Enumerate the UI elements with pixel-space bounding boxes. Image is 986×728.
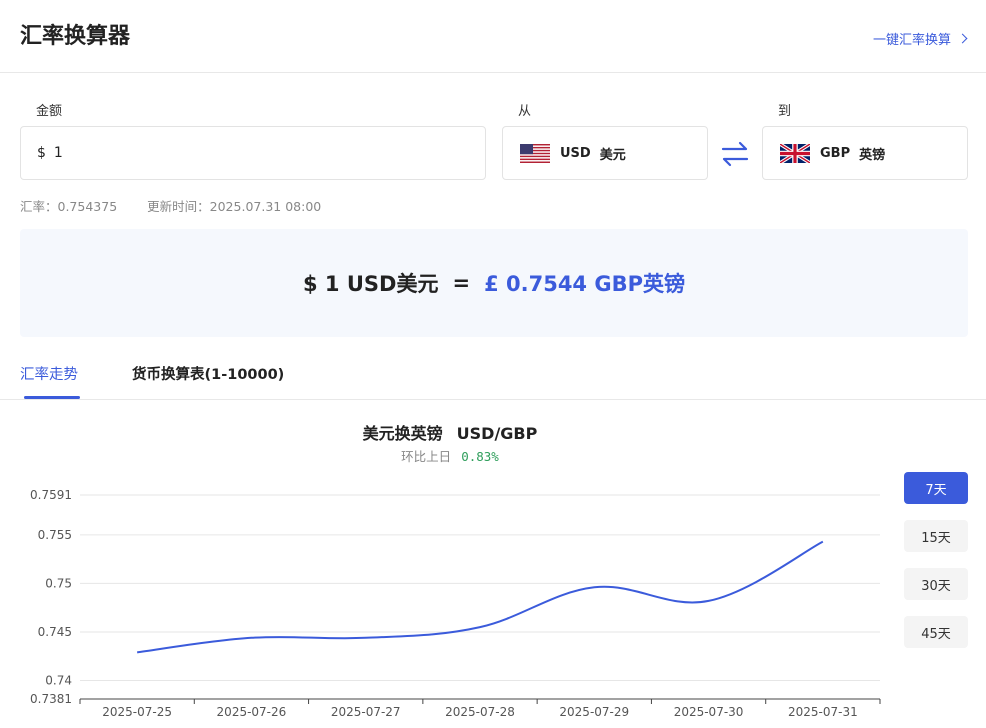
- change-label: 环比上日: [401, 449, 452, 464]
- range-45-days-button[interactable]: 45天: [904, 616, 968, 648]
- update-time-text: 更新时间：2025.07.31 08:00: [147, 199, 322, 214]
- range-30-days-button[interactable]: 30天: [904, 568, 968, 600]
- chevron-right-icon: [957, 33, 968, 44]
- result-target: £ 0.7544 GBP英镑: [484, 272, 685, 296]
- range-15-days-button[interactable]: 15天: [904, 520, 968, 552]
- to-label: 到: [778, 104, 792, 119]
- from-currency-code: USD: [560, 145, 591, 161]
- conversion-result: $ 1 USD美元 = £ 0.7544 GBP英镑: [20, 229, 968, 337]
- chart-title: 美元换英镑 USD/GBP: [0, 420, 900, 444]
- from-label: 从: [518, 104, 532, 119]
- to-currency-name: 英镑: [859, 147, 886, 163]
- y-tick-label: 0.75: [45, 576, 72, 590]
- quick-convert-label: 一键汇率换算: [872, 33, 951, 48]
- x-tick-label: 2025-07-26: [217, 705, 287, 719]
- x-tick-label: 2025-07-25: [102, 705, 172, 719]
- y-tick-label: 0.7381: [30, 692, 72, 706]
- x-tick-label: 2025-07-29: [559, 705, 629, 719]
- y-tick-label: 0.745: [38, 625, 72, 639]
- x-tick-label: 2025-07-30: [674, 705, 744, 719]
- page-title: 汇率换算器: [20, 24, 131, 49]
- tab-rate-trend[interactable]: 汇率走势: [20, 363, 78, 384]
- active-tab-indicator: [24, 396, 80, 399]
- amount-input[interactable]: [53, 145, 454, 161]
- x-tick-label: 2025-07-31: [788, 705, 858, 719]
- from-currency-select[interactable]: USD 美元: [502, 126, 708, 180]
- rate-info: 汇率：0.754375 更新时间：2025.07.31 08:00: [20, 196, 325, 215]
- quick-convert-link[interactable]: 一键汇率换算: [872, 29, 968, 48]
- uk-flag-icon: [780, 143, 810, 163]
- amount-currency-symbol: $: [37, 145, 46, 161]
- tab-bar: 汇率走势 货币换算表(1-10000): [0, 349, 986, 400]
- x-tick-label: 2025-07-27: [331, 705, 401, 719]
- x-tick-label: 2025-07-28: [445, 705, 515, 719]
- exchange-rate-text: 汇率：0.754375: [20, 199, 118, 214]
- chart-subtitle: 环比上日 0.83%: [0, 446, 900, 465]
- y-tick-label: 0.755: [38, 528, 72, 542]
- result-source: $ 1 USD美元: [303, 272, 439, 296]
- rate-trend-chart: 0.7381 0.74 0.745 0.75 0.755 0.7591 2025-07-25…: [30, 488, 881, 719]
- swap-arrows-icon[interactable]: [720, 140, 750, 168]
- series-line: [137, 540, 824, 654]
- range-7-days-button[interactable]: 7天: [904, 472, 968, 504]
- header: 汇率换算器 一键汇率换算: [0, 0, 986, 73]
- chart-pair: USD/GBP: [456, 424, 538, 443]
- amount-field[interactable]: $: [20, 126, 486, 180]
- tab-conversion-table[interactable]: 货币换算表(1-10000): [132, 363, 284, 384]
- from-currency-name: 美元: [599, 147, 626, 163]
- y-tick-label: 0.7591: [30, 488, 72, 502]
- to-currency-code: GBP: [820, 145, 851, 161]
- y-tick-label: 0.74: [45, 674, 72, 688]
- us-flag-icon: [520, 143, 550, 163]
- to-currency-select[interactable]: GBP 英镑: [762, 126, 968, 180]
- change-value: 0.83%: [461, 449, 499, 464]
- amount-label: 金额: [36, 104, 63, 119]
- result-equals: =: [452, 271, 471, 295]
- chart-title-text: 美元换英镑: [362, 424, 443, 443]
